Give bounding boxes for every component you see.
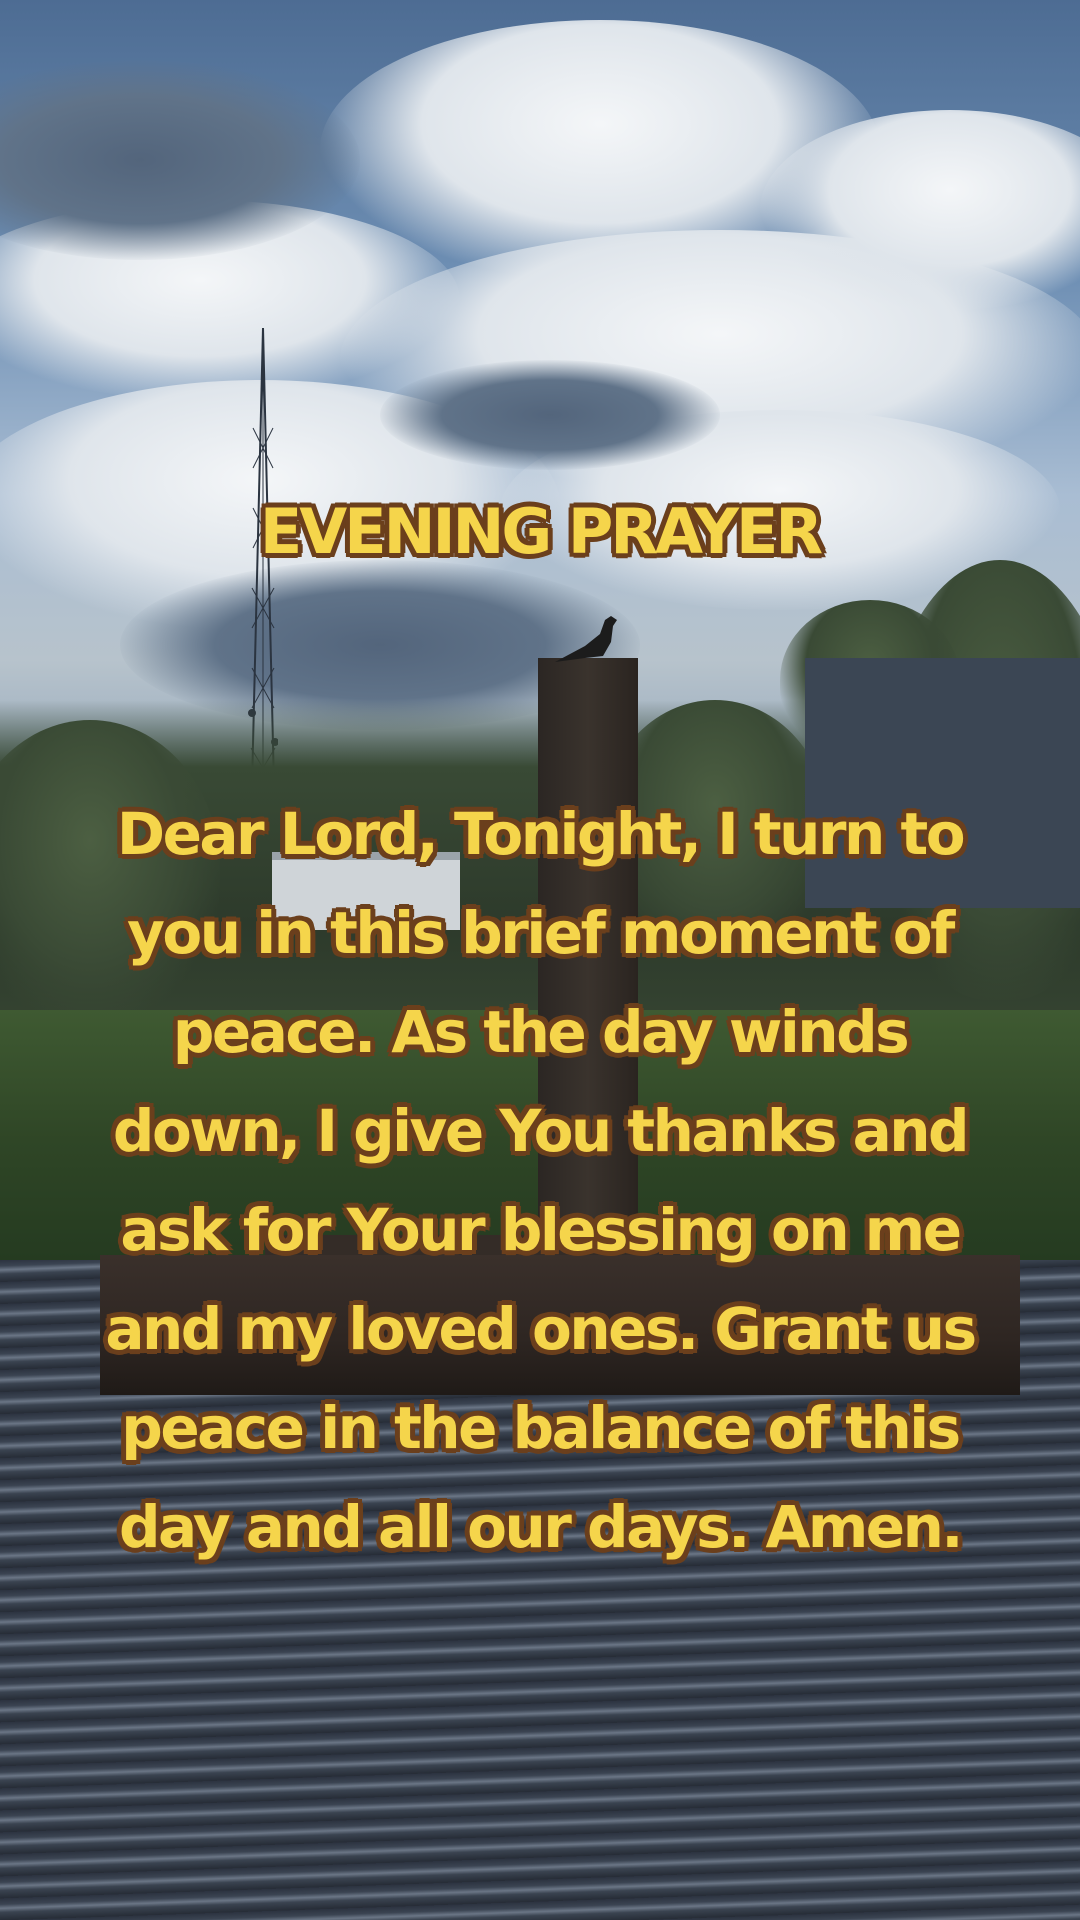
prayer-line: and my loved ones. Grant us xyxy=(105,1295,977,1363)
prayer-line: down, I give You thanks and xyxy=(112,1097,970,1165)
prayer-line: peace in the balance of this xyxy=(121,1394,961,1462)
prayer-line: day and all our days. Amen. xyxy=(119,1493,963,1561)
prayer-text: Dear Lord, Tonight, I turn to you in thi… xyxy=(40,785,1040,1577)
text-overlay: EVENING PRAYER Dear Lord, Tonight, I tur… xyxy=(0,0,1080,1920)
overlay-title: EVENING PRAYER xyxy=(259,495,823,568)
prayer-line: ask for Your blessing on me xyxy=(120,1196,962,1264)
prayer-line: you in this brief moment of xyxy=(127,899,955,967)
background-photo: EVENING PRAYER Dear Lord, Tonight, I tur… xyxy=(0,0,1080,1920)
prayer-line: Dear Lord, Tonight, I turn to xyxy=(116,800,966,868)
prayer-line: peace. As the day winds xyxy=(172,998,910,1066)
